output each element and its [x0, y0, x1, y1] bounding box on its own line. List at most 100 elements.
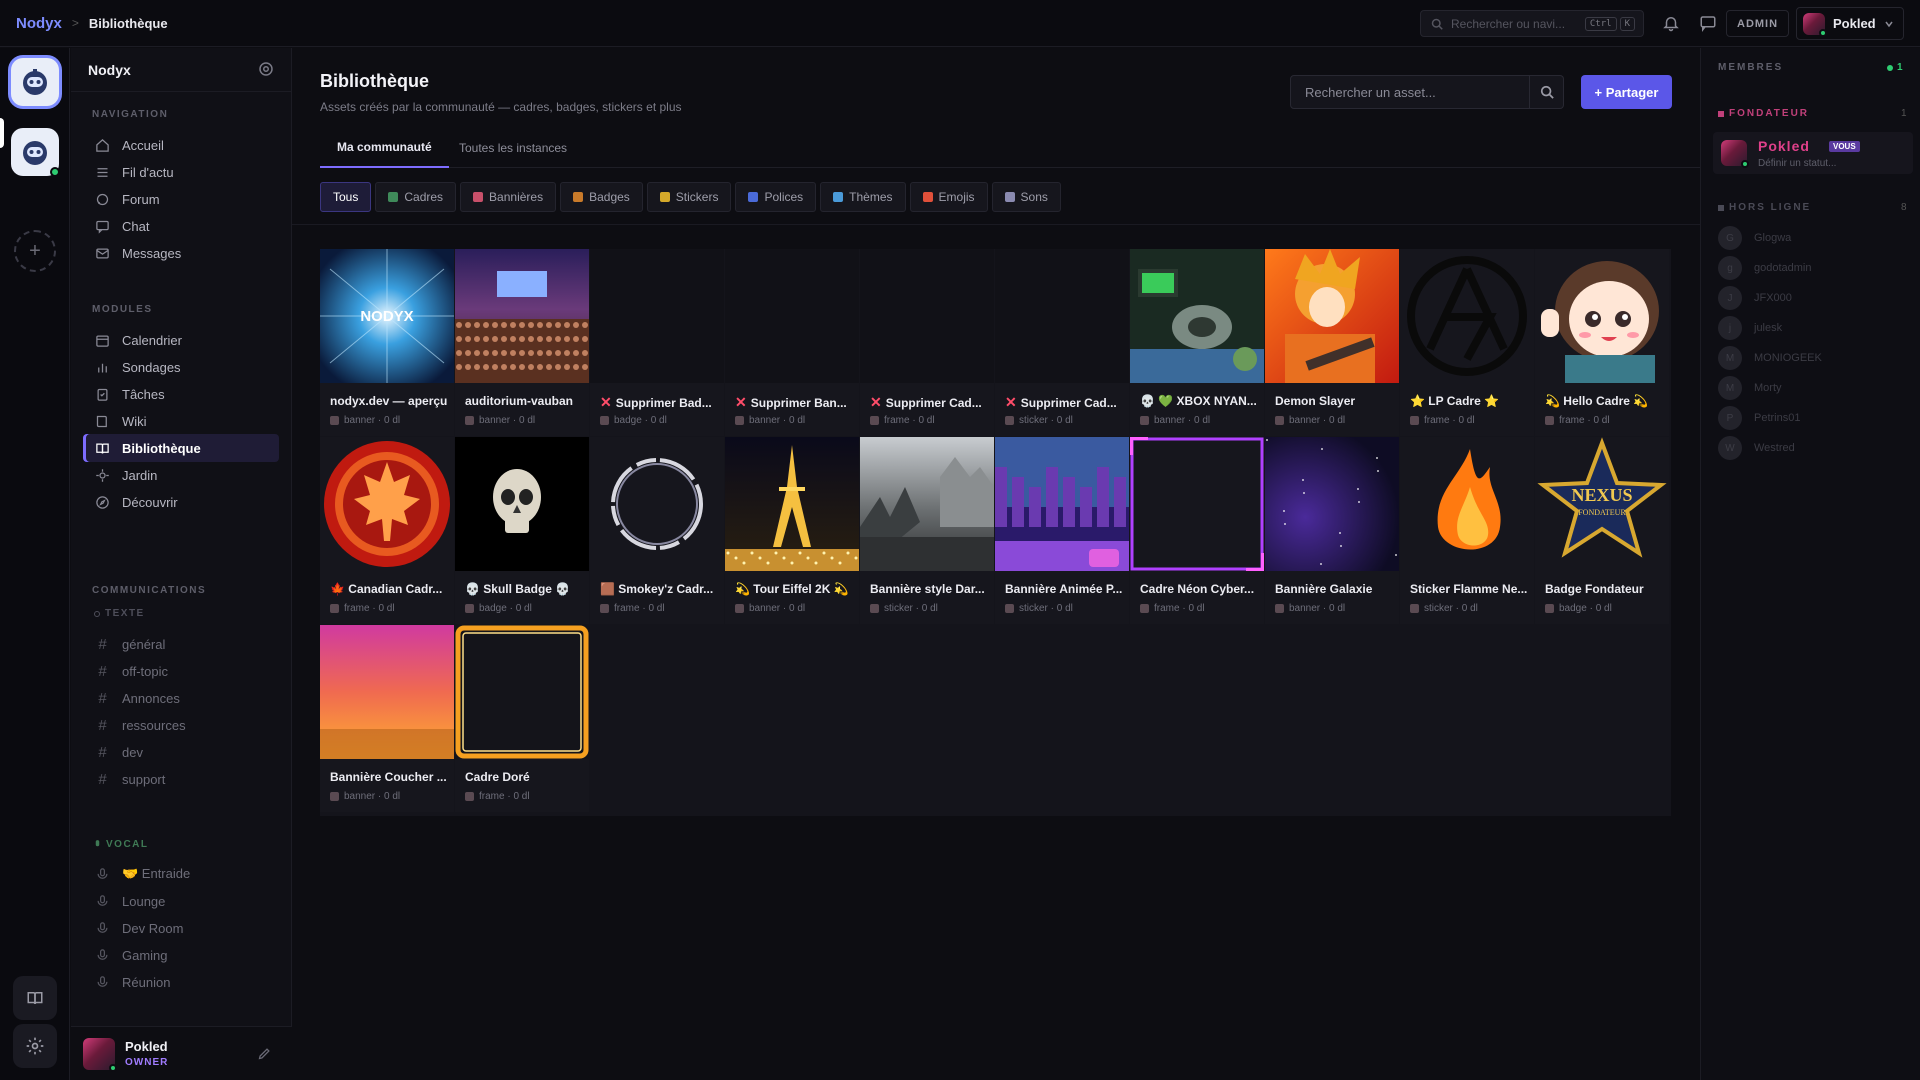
asset-name: ⭐ LP Cadre ⭐	[1410, 394, 1528, 408]
sidebar-item-sondages[interactable]: Sondages	[83, 353, 279, 381]
asset-search-button[interactable]	[1530, 75, 1564, 109]
filter-polices[interactable]: Polices	[735, 182, 817, 212]
filter-label: Sons	[1020, 190, 1048, 204]
asset-card[interactable]: NODYX nodyx.dev — aperçu banner · 0 dl	[320, 249, 454, 436]
asset-card[interactable]: ⭐ LP Cadre ⭐ frame · 0 dl	[1400, 249, 1534, 436]
sidebar-item-chat[interactable]: Chat	[83, 212, 279, 240]
sidebar-item-jardin[interactable]: Jardin	[83, 461, 279, 489]
asset-name-text: Bannière style Dar...	[870, 582, 985, 596]
asset-name: Badge Fondateur	[1545, 582, 1663, 596]
channel-annonces[interactable]: # Annonces	[83, 684, 279, 712]
channel-support[interactable]: # support	[83, 765, 279, 793]
tab-ma-communaute[interactable]: Ma communauté	[320, 128, 449, 168]
tab-toutes-instances[interactable]: Toutes les instances	[442, 128, 584, 168]
asset-card[interactable]: ✕ Supprimer Cad... frame · 0 dl	[860, 249, 994, 436]
avatar[interactable]	[83, 1037, 117, 1072]
sidebar-item-feed[interactable]: Fil d'actu	[83, 158, 279, 186]
members-panel: MEMBRES 1 FONDATEUR 1 Pokled VOUS Défini…	[1700, 48, 1920, 1080]
library-rail-button[interactable]	[13, 976, 57, 1020]
member-founder[interactable]: Pokled VOUS Définir un statut...	[1713, 132, 1913, 174]
voice-channel-lounge[interactable]: Lounge	[83, 887, 279, 915]
server-icon-second[interactable]	[11, 128, 60, 177]
filter-bannieres[interactable]: Bannières	[460, 182, 557, 212]
sidebar-item-accueil[interactable]: Accueil	[83, 131, 279, 159]
asset-card[interactable]: ✕ Supprimer Ban... banner · 0 dl	[725, 249, 859, 436]
sidebar-item-calendrier[interactable]: Calendrier	[83, 326, 279, 354]
asset-thumbnail	[725, 249, 859, 383]
voice-channel-dev-room[interactable]: Dev Room	[83, 914, 279, 942]
asset-card[interactable]: Bannière style Dar... sticker · 0 dl	[860, 437, 994, 624]
asset-card[interactable]: 💀 💚 XBOX NYAN... banner · 0 dl	[1130, 249, 1264, 436]
filter-label: Cadres	[404, 190, 444, 204]
asset-meta: frame · 0 dl	[465, 791, 530, 802]
channel-dev[interactable]: # dev	[83, 738, 279, 766]
filter-sons[interactable]: Sons	[991, 182, 1061, 212]
asset-card[interactable]: Cadre Néon Cyber... frame · 0 dl	[1130, 437, 1264, 624]
settings-rail-button[interactable]	[13, 1024, 57, 1068]
global-search-input[interactable]: Rechercher ou navi... Ctrl K	[1420, 10, 1644, 37]
asset-card[interactable]: ✕ Supprimer Bad... badge · 0 dl	[590, 249, 724, 436]
avatar: P	[1718, 406, 1742, 430]
edit-icon[interactable]	[257, 1046, 272, 1061]
asset-card[interactable]: Cadre Doré frame · 0 dl	[455, 625, 589, 812]
sidebar-item-bibliotheque[interactable]: Bibliothèque	[83, 434, 279, 462]
asset-meta: frame · 0 dl	[330, 603, 395, 614]
share-button[interactable]: + Partager	[1581, 75, 1672, 109]
breadcrumb-brand[interactable]: Nodyx	[16, 15, 62, 32]
member-offline[interactable]: j julesk	[1718, 315, 1908, 341]
member-offline[interactable]: M Morty	[1718, 375, 1908, 401]
channel-ressources[interactable]: # ressources	[83, 711, 279, 739]
channel-general[interactable]: # général	[83, 630, 279, 658]
asset-search-input[interactable]: Rechercher un asset...	[1290, 75, 1530, 109]
asset-card[interactable]: 💫 Tour Eiffel 2K 💫 banner · 0 dl	[725, 437, 859, 624]
member-offline[interactable]: g godotadmin	[1718, 255, 1908, 281]
asset-meta: badge · 0 dl	[600, 415, 667, 426]
asset-card[interactable]: Bannière Galaxie banner · 0 dl	[1265, 437, 1399, 624]
sidebar-item-forum[interactable]: Forum	[83, 185, 279, 213]
voice-channel-gaming[interactable]: Gaming	[83, 941, 279, 969]
member-offline[interactable]: W Westred	[1718, 435, 1908, 461]
asset-thumbnail	[860, 437, 994, 571]
filter-badges[interactable]: Badges	[560, 182, 643, 212]
admin-button[interactable]: ADMIN	[1726, 10, 1790, 37]
asset-card[interactable]: 💀 Skull Badge 💀 badge · 0 dl	[455, 437, 589, 624]
message-icon[interactable]	[1699, 14, 1717, 32]
sidebar-item-wiki[interactable]: Wiki	[83, 407, 279, 435]
member-offline[interactable]: G Glogwa	[1718, 225, 1908, 251]
channel-off-topic[interactable]: # off-topic	[83, 657, 279, 685]
filter-stickers[interactable]: Stickers	[646, 182, 732, 212]
asset-card[interactable]: Demon Slayer banner · 0 dl	[1265, 249, 1399, 436]
gear-icon[interactable]	[257, 60, 275, 78]
bell-icon[interactable]	[1662, 14, 1680, 32]
filter-cadres[interactable]: Cadres	[375, 182, 457, 212]
asset-meta-text: banner · 0 dl	[1289, 415, 1346, 426]
sidebar-item-decouvrir[interactable]: Découvrir	[83, 488, 279, 516]
asset-card[interactable]: 💫 Hello Cadre 💫 frame · 0 dl	[1535, 249, 1669, 436]
sidebar-item-messages[interactable]: Messages	[83, 239, 279, 267]
asset-card[interactable]: 🟫 Smokey'z Cadr... frame · 0 dl	[590, 437, 724, 624]
asset-meta-text: banner · 0 dl	[749, 603, 806, 614]
asset-card[interactable]: Sticker Flamme Ne... sticker · 0 dl	[1400, 437, 1534, 624]
server-icon-nodyx[interactable]	[11, 58, 59, 106]
voice-channel-reunion[interactable]: Réunion	[83, 968, 279, 996]
asset-thumbnail: NEXUS FONDATEUR	[1535, 437, 1669, 571]
asset-card[interactable]: Bannière Animée P... sticker · 0 dl	[995, 437, 1129, 624]
asset-card[interactable]: 🍁 Canadian Cadr... frame · 0 dl	[320, 437, 454, 624]
voice-channel-entraide[interactable]: 🤝 Entraide	[83, 860, 279, 888]
sidebar-item-taches[interactable]: Tâches	[83, 380, 279, 408]
asset-meta: sticker · 0 dl	[870, 603, 938, 614]
member-offline[interactable]: J JFX000	[1718, 285, 1908, 311]
add-server-button[interactable]: +	[14, 230, 56, 272]
asset-card[interactable]: auditorium-vauban banner · 0 dl	[455, 249, 589, 436]
filter-tous[interactable]: Tous	[320, 182, 372, 212]
asset-meta-text: badge · 0 dl	[1559, 603, 1612, 614]
member-offline[interactable]: M MONIOGEEK	[1718, 345, 1908, 371]
filter-themes[interactable]: Thèmes	[820, 182, 906, 212]
user-menu-button[interactable]: Pokled	[1796, 7, 1904, 40]
asset-card[interactable]: Bannière Coucher ... banner · 0 dl	[320, 625, 454, 812]
asset-card[interactable]: ✕ Supprimer Cad... sticker · 0 dl	[995, 249, 1129, 436]
member-offline[interactable]: P Petrins01	[1718, 405, 1908, 431]
asset-thumbnail	[1130, 249, 1264, 383]
filter-emojis[interactable]: Emojis	[909, 182, 988, 212]
asset-card[interactable]: NEXUS FONDATEUR Badge Fondateur badge · 0 d…	[1535, 437, 1669, 624]
